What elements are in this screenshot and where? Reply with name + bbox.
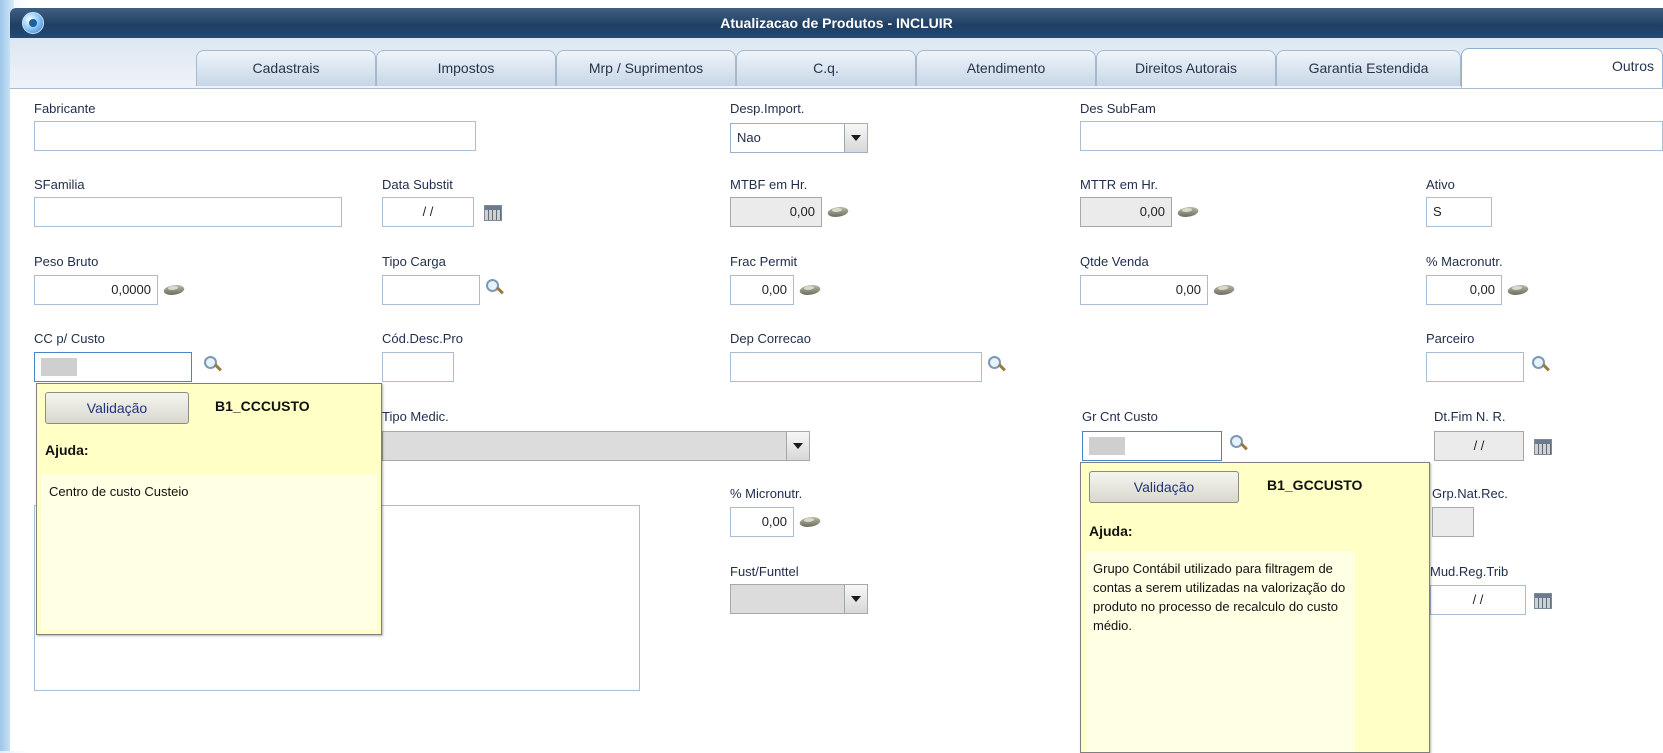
parceiro-field[interactable]: [1426, 352, 1524, 382]
sfamilia-field[interactable]: [34, 197, 342, 227]
chevron-down-icon[interactable]: [844, 585, 867, 613]
dt-fim-nr-label: Dt.Fim N. R.: [1434, 409, 1506, 424]
tab-outros[interactable]: Outros: [1461, 48, 1663, 88]
micronutr-label: % Micronutr.: [730, 486, 803, 501]
fabricante-label: Fabricante: [34, 101, 96, 116]
micronutr-field[interactable]: 0,00: [730, 507, 794, 537]
search-icon[interactable]: [1230, 435, 1248, 453]
search-icon[interactable]: [988, 356, 1006, 374]
tipo-carga-label: Tipo Carga: [382, 254, 446, 269]
tipo-medic-select[interactable]: [382, 431, 810, 461]
tab-atendimento[interactable]: Atendimento: [916, 50, 1096, 86]
tab-bar: Cadastrais Impostos Mrp / Suprimentos C.…: [10, 38, 1663, 89]
grp-nat-rec-field[interactable]: [1432, 507, 1474, 537]
title-bar: Atualizacao de Produtos - INCLUIR: [10, 8, 1663, 38]
dt-fim-nr-field[interactable]: / /: [1434, 431, 1524, 461]
help-popup-gr-cnt-custo: Validação B1_GCCUSTO Ajuda: Grupo Contáb…: [1080, 462, 1430, 753]
calendar-icon[interactable]: [484, 205, 502, 221]
cod-desc-pro-field[interactable]: [382, 352, 454, 382]
tab-garantia-estendida[interactable]: Garantia Estendida: [1276, 50, 1461, 86]
macronutr-label: % Macronutr.: [1426, 254, 1503, 269]
fust-funttel-label: Fust/Funttel: [730, 564, 799, 579]
cc-custo-label: CC p/ Custo: [34, 331, 105, 346]
chevron-down-icon[interactable]: [786, 432, 809, 460]
tab-cq[interactable]: C.q.: [736, 50, 916, 86]
mtbf-label: MTBF em Hr.: [730, 177, 808, 192]
mtbf-field[interactable]: 0,00: [730, 197, 822, 227]
parceiro-label: Parceiro: [1426, 331, 1475, 346]
calculator-icon[interactable]: [800, 515, 822, 529]
mttr-label: MTTR em Hr.: [1080, 177, 1158, 192]
window-title: Atualizacao de Produtos - INCLUIR: [720, 15, 953, 31]
calculator-icon[interactable]: [1214, 283, 1236, 297]
popup-field-name: B1_GCCUSTO: [1267, 477, 1363, 493]
data-substit-field[interactable]: / /: [382, 197, 474, 227]
calculator-icon[interactable]: [1178, 205, 1200, 219]
fust-funttel-select[interactable]: [730, 584, 868, 614]
peso-bruto-field[interactable]: 0,0000: [34, 275, 158, 305]
tab-mrp-suprimentos[interactable]: Mrp / Suprimentos: [556, 50, 736, 86]
dep-correcao-field[interactable]: [730, 352, 982, 382]
cod-desc-pro-label: Cód.Desc.Pro: [382, 331, 463, 346]
cc-custo-field[interactable]: [34, 352, 192, 382]
calculator-icon[interactable]: [164, 283, 186, 297]
input-selection: [41, 358, 77, 376]
qtde-venda-field[interactable]: 0,00: [1080, 275, 1208, 305]
chevron-down-icon[interactable]: [844, 124, 867, 152]
sfamilia-label: SFamilia: [34, 177, 85, 192]
validacao-button[interactable]: Validação: [45, 392, 189, 424]
frac-permit-field[interactable]: 0,00: [730, 275, 794, 305]
mttr-field[interactable]: 0,00: [1080, 197, 1172, 227]
des-subfam-label: Des SubFam: [1080, 101, 1156, 116]
calculator-icon[interactable]: [1508, 283, 1530, 297]
popup-help-label: Ajuda:: [1089, 523, 1133, 539]
popup-help-label: Ajuda:: [45, 442, 89, 458]
calculator-icon[interactable]: [800, 283, 822, 297]
popup-help-text: Grupo Contábil utilizado para filtragem …: [1085, 551, 1355, 752]
des-subfam-field[interactable]: [1080, 121, 1663, 151]
data-substit-label: Data Substit: [382, 177, 453, 192]
input-selection: [1089, 437, 1125, 455]
search-icon[interactable]: [204, 356, 222, 374]
form-panel: Fabricante Desp.Import. Nao Des SubFam S…: [10, 89, 1663, 753]
mud-reg-trib-field[interactable]: / /: [1430, 585, 1526, 615]
peso-bruto-label: Peso Bruto: [34, 254, 99, 269]
tab-direitos-autorais[interactable]: Direitos Autorais: [1096, 50, 1276, 86]
qtde-venda-label: Qtde Venda: [1080, 254, 1149, 269]
calendar-icon[interactable]: [1534, 439, 1552, 455]
tab-impostos[interactable]: Impostos: [376, 50, 556, 86]
calculator-icon[interactable]: [828, 205, 850, 219]
desp-import-label: Desp.Import.: [730, 101, 805, 116]
search-icon[interactable]: [1532, 356, 1550, 374]
gr-cnt-custo-field[interactable]: [1082, 431, 1222, 461]
fabricante-field[interactable]: [34, 121, 476, 151]
popup-help-text: Centro de custo Custeio: [41, 474, 377, 630]
grp-nat-rec-label: Grp.Nat.Rec.: [1432, 486, 1508, 501]
ativo-field[interactable]: S: [1426, 197, 1492, 227]
desp-import-value: Nao: [737, 130, 761, 145]
ativo-label: Ativo: [1426, 177, 1455, 192]
frac-permit-label: Frac Permit: [730, 254, 798, 269]
tab-cadastrais[interactable]: Cadastrais: [196, 50, 376, 86]
macronutr-field[interactable]: 0,00: [1426, 275, 1502, 305]
gr-cnt-custo-label: Gr Cnt Custo: [1082, 409, 1158, 424]
search-icon[interactable]: [486, 279, 504, 297]
popup-field-name: B1_CCCUSTO: [215, 398, 310, 414]
tipo-carga-field[interactable]: [382, 275, 480, 305]
help-popup-cc-custo: Validação B1_CCCUSTO Ajuda: Centro de cu…: [36, 383, 382, 635]
mud-reg-trib-label: Mud.Reg.Trib: [1430, 564, 1509, 579]
calendar-icon[interactable]: [1534, 593, 1552, 609]
dep-correcao-label: Dep Correcao: [730, 331, 811, 346]
desp-import-select[interactable]: Nao: [730, 123, 868, 153]
tipo-medic-label: Tipo Medic.: [382, 409, 449, 424]
validacao-button[interactable]: Validação: [1089, 471, 1239, 503]
